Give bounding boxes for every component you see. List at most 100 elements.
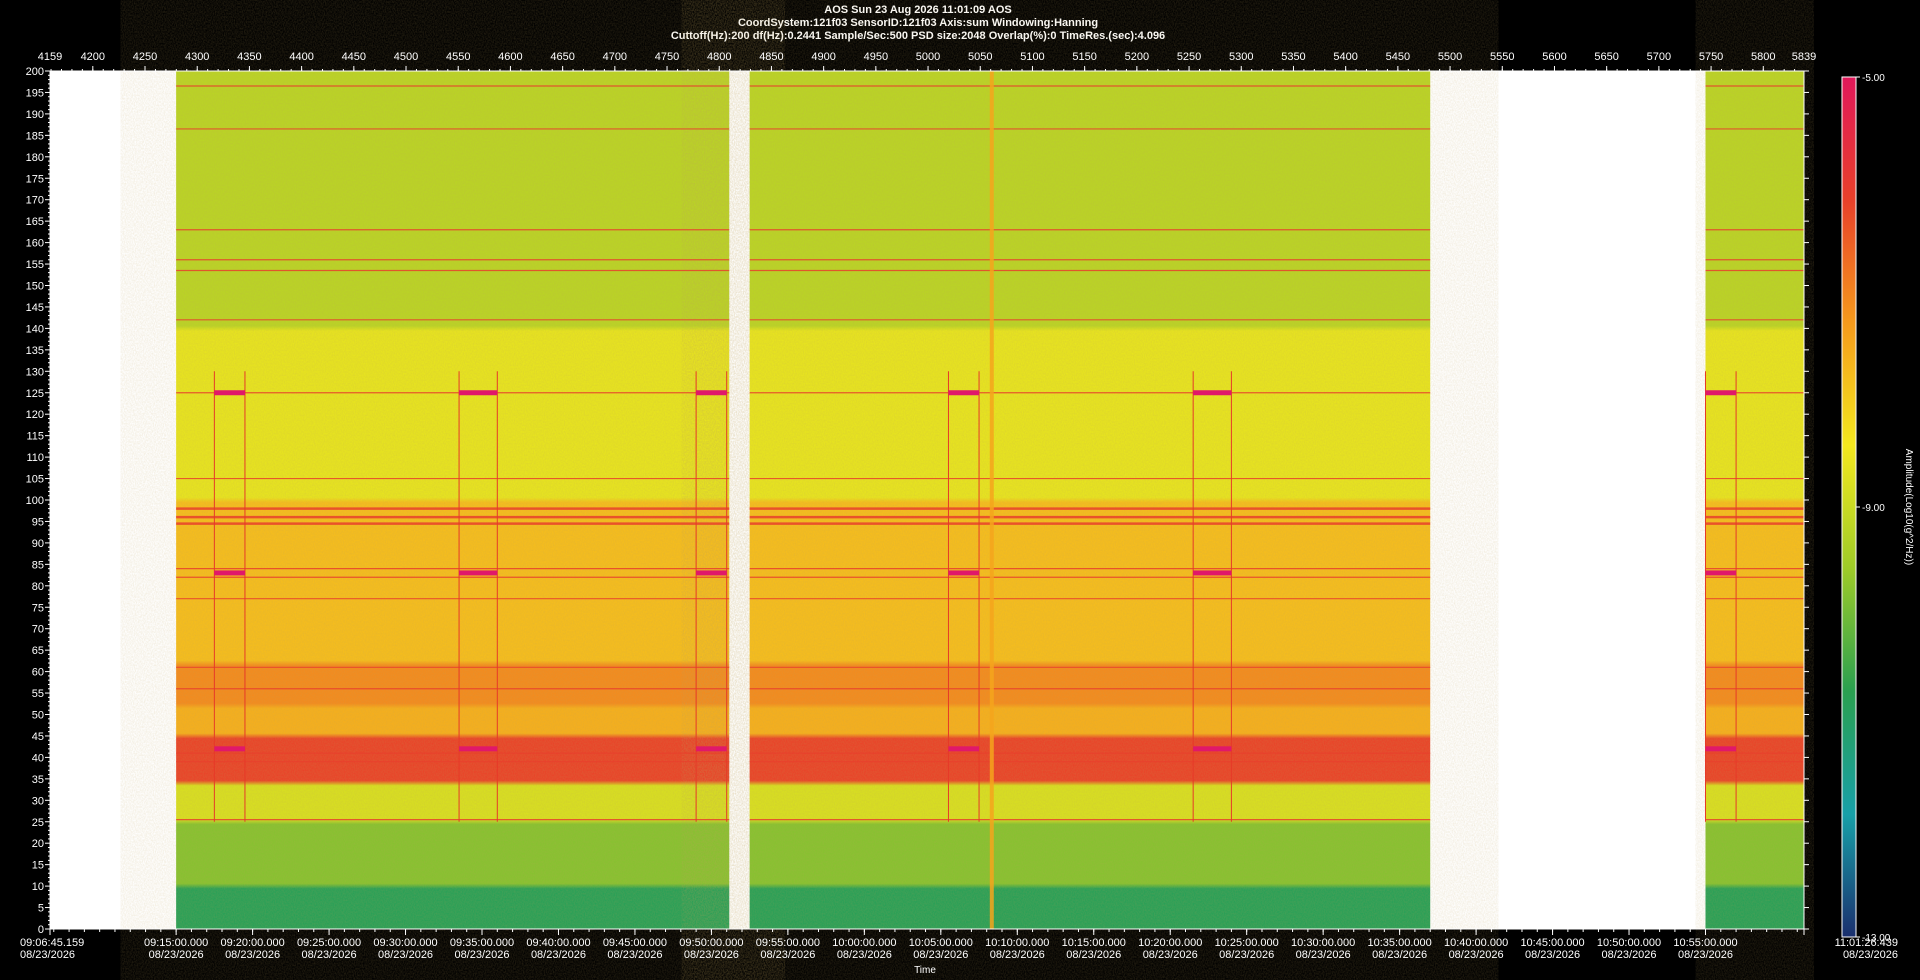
x-tick-date: 08/23/2026 (1449, 949, 1504, 961)
top-axis-label: 5150 (1072, 51, 1096, 63)
spectrogram-chart: 0510152025303540455055606570758085909510… (20, 51, 1914, 976)
top-axis-label: 5000 (916, 51, 940, 63)
x-tick-date: 08/23/2026 (1143, 949, 1198, 961)
top-axis-label: 4550 (446, 51, 470, 63)
top-axis-label: 5550 (1490, 51, 1514, 63)
y-tick-label: 110 (26, 452, 44, 464)
y-tick-label: 120 (26, 409, 44, 421)
x-tick-time: 09:15:00.000 (144, 937, 208, 949)
y-tick-label: 55 (32, 688, 44, 700)
y-tick-label: 10 (32, 881, 44, 893)
x-tick-time: 10:45:00.000 (1520, 937, 1584, 949)
top-axis-label: 4500 (394, 51, 418, 63)
x-tick-time: 09:30:00.000 (373, 937, 437, 949)
x-tick-time: 10:05:00.000 (909, 937, 973, 949)
top-axis-label: 4159 (38, 51, 62, 63)
x-tick-time: 10:15:00.000 (1062, 937, 1126, 949)
x-tick-time: 10:35:00.000 (1368, 937, 1432, 949)
y-tick-label: 130 (26, 366, 44, 378)
top-axis-label: 5839 (1792, 51, 1816, 63)
event-marker (696, 746, 727, 752)
y-tick-label: 50 (32, 710, 44, 722)
colorbar-label: -5.00 (1862, 73, 1885, 84)
y-tick-label: 70 (32, 624, 44, 636)
event-marker (1705, 570, 1737, 576)
top-axis-label: 4650 (550, 51, 574, 63)
y-tick-label: 150 (26, 281, 44, 293)
x-tick-time: 10:20:00.000 (1138, 937, 1202, 949)
y-tick-label: 60 (32, 667, 44, 679)
top-axis-label: 4900 (811, 51, 835, 63)
x-tick-date: 08/23/2026 (1296, 949, 1351, 961)
top-axis-label: 5100 (1020, 51, 1044, 63)
top-axis-label: 5200 (1125, 51, 1149, 63)
x-tick-time: 09:25:00.000 (297, 937, 361, 949)
event-marker (214, 390, 245, 396)
y-tick-label: 20 (32, 838, 44, 850)
x-tick-date: 08/23/2026 (1219, 949, 1274, 961)
broadband-event-line (989, 71, 994, 929)
event-marker (948, 746, 980, 752)
x-tick-date: 08/23/2026 (1601, 949, 1656, 961)
x-tick-date: 08/23/2026 (607, 949, 662, 961)
event-marker (1705, 746, 1737, 752)
y-tick-label: 45 (32, 731, 44, 743)
y-tick-label: 100 (26, 495, 44, 507)
data-segment-texture (1705, 71, 1804, 929)
top-axis-label: 5500 (1438, 51, 1462, 63)
y-tick-label: 15 (32, 860, 44, 872)
x-tick-date: 08/23/2026 (837, 949, 892, 961)
event-marker (1193, 746, 1232, 752)
x-tick-time: 10:40:00.000 (1444, 937, 1508, 949)
x-tick-date: 08/23/2026 (378, 949, 433, 961)
x-tick-time: 09:50:00.000 (679, 937, 743, 949)
event-marker (1705, 390, 1737, 396)
y-tick-label: 135 (26, 345, 44, 357)
data-segment-texture (749, 71, 1431, 929)
x-tick-time: 10:55:00.000 (1673, 937, 1737, 949)
y-tick-label: 175 (26, 173, 44, 185)
top-axis-label: 5750 (1699, 51, 1723, 63)
y-tick-label: 165 (26, 216, 44, 228)
y-tick-label: 145 (26, 302, 44, 314)
y-tick-label: 180 (26, 152, 44, 164)
y-tick-label: 35 (32, 774, 44, 786)
top-axis-label: 5600 (1542, 51, 1566, 63)
top-axis-label: 5350 (1281, 51, 1305, 63)
event-marker (459, 570, 498, 576)
top-axis-label: 5250 (1177, 51, 1201, 63)
y-tick-label: 155 (26, 259, 44, 271)
top-axis-label: 4450 (342, 51, 366, 63)
colorbar-label: -13.00 (1862, 933, 1891, 944)
event-marker (948, 570, 980, 576)
x-tick-time: 09:40:00.000 (526, 937, 590, 949)
top-axis-label: 5650 (1594, 51, 1618, 63)
event-marker (214, 746, 245, 752)
y-tick-label: 190 (26, 109, 44, 121)
x-tick-time: 09:55:00.000 (756, 937, 820, 949)
top-axis-label: 5050 (968, 51, 992, 63)
y-tick-label: 140 (26, 323, 44, 335)
y-tick-label: 115 (26, 431, 44, 443)
data-segment-texture (176, 71, 730, 929)
x-tick-date: 08/23/2026 (1843, 949, 1898, 961)
x-tick-time: 09:45:00.000 (603, 937, 667, 949)
x-tick-date: 08/23/2026 (302, 949, 357, 961)
y-tick-label: 65 (32, 645, 44, 657)
y-tick-label: 125 (26, 388, 44, 400)
top-axis-label: 4250 (133, 51, 157, 63)
x-tick-date: 08/23/2026 (20, 949, 75, 961)
top-axis-label: 4300 (185, 51, 209, 63)
event-marker (1193, 570, 1232, 576)
top-axis-label: 4800 (707, 51, 731, 63)
x-tick-date: 08/23/2026 (684, 949, 739, 961)
x-tick-date: 08/23/2026 (1066, 949, 1121, 961)
x-tick-time: 09:06:45.159 (20, 937, 84, 949)
top-axis-label: 4750 (655, 51, 679, 63)
x-tick-time: 10:10:00.000 (985, 937, 1049, 949)
y-tick-label: 0 (38, 924, 44, 936)
top-axis-label: 5300 (1229, 51, 1253, 63)
x-tick-date: 08/23/2026 (760, 949, 815, 961)
top-axis-label: 5700 (1647, 51, 1671, 63)
y-tick-label: 30 (32, 795, 44, 807)
